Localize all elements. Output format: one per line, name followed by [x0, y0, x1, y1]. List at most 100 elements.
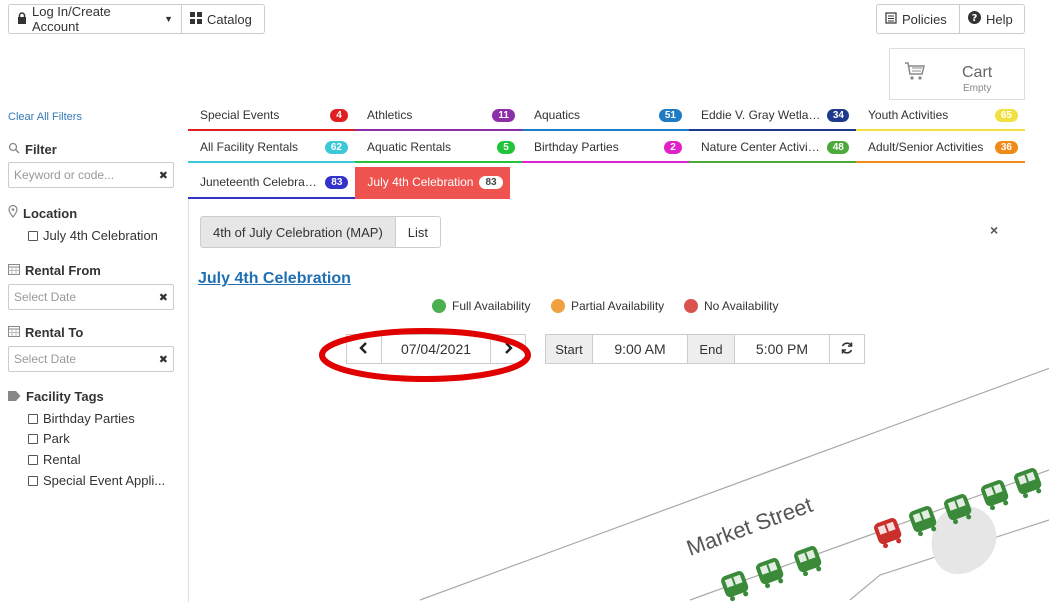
legend-partial-label: Partial Availability	[571, 299, 665, 313]
facility-map[interactable]: Market Street	[190, 360, 1049, 602]
booth-available-icon[interactable]	[793, 545, 825, 578]
tab-count-badge: 5	[497, 140, 515, 154]
rental-from-placeholder: Select Date	[14, 290, 77, 304]
refresh-icon	[840, 341, 854, 358]
cart-label: Cart	[962, 64, 993, 81]
close-panel-button[interactable]: ×	[990, 222, 998, 238]
cart-widget[interactable]: Cart Empty	[889, 48, 1025, 100]
legend-full-label: Full Availability	[452, 299, 531, 313]
clear-rental-to-icon[interactable]: ✖	[159, 353, 168, 366]
help-button[interactable]: ? Help	[959, 4, 1025, 34]
tab-nature-center-activitie[interactable]: Nature Center Activitie... 48	[689, 133, 856, 163]
tab-label: Juneteenth Celebration	[200, 175, 320, 189]
tab-label: Special Events	[200, 108, 280, 122]
tab-youth-activities[interactable]: Youth Activities 65	[856, 101, 1025, 131]
cart-status: Empty	[963, 83, 992, 94]
tab-count-badge: 83	[479, 175, 503, 189]
tab-count-badge: 11	[492, 108, 515, 122]
book-icon	[885, 11, 897, 27]
tab-label: Youth Activities	[868, 108, 949, 122]
login-dropdown-button[interactable]: Log In/Create Account ▼	[8, 4, 182, 34]
clear-keyword-icon[interactable]: ✖	[159, 169, 168, 182]
tab-label: July 4th Celebration	[367, 175, 474, 189]
calendar-icon	[8, 263, 20, 278]
policies-button[interactable]: Policies	[876, 4, 960, 34]
catalog-label: Catalog	[207, 11, 252, 27]
tag-checkbox-rental[interactable]: Rental	[28, 452, 81, 467]
booth-unavailable-icon[interactable]	[873, 517, 905, 550]
tab-count-badge: 36	[994, 140, 1018, 154]
login-label: Log In/Create Account	[32, 4, 111, 34]
tab-aquatics[interactable]: Aquatics 51	[522, 101, 689, 131]
catalog-button[interactable]: Catalog	[181, 4, 265, 34]
tag-icon	[8, 389, 21, 404]
booth-available-icon[interactable]	[980, 479, 1012, 512]
booth-available-icon[interactable]	[755, 557, 787, 590]
rental-to-placeholder: Select Date	[14, 352, 77, 366]
lock-icon	[17, 11, 27, 27]
tab-adult-senior-activities[interactable]: Adult/Senior Activities 36	[856, 133, 1025, 163]
location-title-link[interactable]: July 4th Celebration	[198, 270, 351, 288]
location-heading: Location	[8, 204, 78, 221]
cart-icon	[904, 61, 926, 84]
tag-checkbox-birthday[interactable]: Birthday Parties	[28, 411, 135, 426]
tab-eddie-v-gray-wetland[interactable]: Eddie V. Gray Wetland... 34	[689, 101, 856, 131]
checkbox[interactable]	[28, 454, 38, 465]
tab-aquatic-rentals[interactable]: Aquatic Rentals 5	[355, 133, 522, 163]
tag-checkbox-special-event[interactable]: Special Event Appli...	[28, 473, 165, 488]
rental-to-date-input[interactable]: Select Date ✖	[8, 346, 174, 372]
keyword-placeholder: Keyword or code...	[14, 168, 115, 182]
tab-label: Aquatics	[534, 108, 581, 122]
location-checkbox-july4[interactable]: July 4th Celebration	[28, 228, 158, 243]
tab-count-badge: 51	[658, 108, 682, 122]
calendar-icon	[8, 325, 20, 340]
tab-juneteenth-celebration[interactable]: Juneteenth Celebration 83	[188, 167, 355, 199]
rental-from-heading: Rental From	[8, 263, 101, 278]
tab-count-badge: 4	[330, 108, 348, 122]
tab-count-badge: 2	[664, 140, 682, 154]
facility-tags-label: Facility Tags	[26, 389, 104, 404]
booth-available-icon[interactable]	[1013, 467, 1045, 500]
checkbox[interactable]	[28, 475, 38, 486]
tab-special-events[interactable]: Special Events 4	[188, 101, 355, 131]
location-item-label: July 4th Celebration	[43, 228, 158, 243]
checkbox[interactable]	[28, 230, 38, 241]
tag-checkbox-park[interactable]: Park	[28, 431, 70, 446]
legend-full: Full Availability	[432, 299, 530, 313]
tab-july-4th-celebration[interactable]: July 4th Celebration 83	[355, 167, 510, 199]
clear-rental-from-icon[interactable]: ✖	[159, 291, 168, 304]
view-toggle: 4th of July Celebration (MAP) List	[200, 216, 442, 248]
tab-count-badge: 65	[994, 108, 1018, 122]
keyword-search-input[interactable]: Keyword or code... ✖	[8, 162, 174, 188]
tab-all-facility-rentals[interactable]: All Facility Rentals 62	[188, 133, 355, 163]
tab-athletics[interactable]: Athletics 11	[355, 101, 522, 131]
tag-label: Rental	[43, 452, 81, 467]
filter-heading-label: Filter	[25, 142, 57, 157]
tag-label: Special Event Appli...	[43, 473, 166, 488]
search-icon	[8, 142, 20, 157]
tab-label: Adult/Senior Activities	[868, 140, 984, 154]
legend-partial: Partial Availability	[551, 299, 664, 313]
rental-to-label: Rental To	[25, 325, 84, 340]
partial-availability-dot	[551, 299, 565, 313]
location-heading-label: Location	[23, 205, 78, 221]
full-availability-dot	[432, 299, 446, 313]
map-view-button[interactable]: 4th of July Celebration (MAP)	[200, 216, 396, 248]
booth-available-icon[interactable]	[720, 570, 752, 602]
question-circle-icon: ?	[968, 11, 981, 27]
rental-from-date-input[interactable]: Select Date ✖	[8, 284, 174, 310]
checkbox[interactable]	[28, 433, 38, 444]
tab-label: Nature Center Activitie...	[701, 140, 821, 154]
help-label: Help	[986, 11, 1013, 27]
checkbox[interactable]	[28, 413, 38, 424]
filter-heading: Filter	[8, 142, 57, 157]
grid-icon	[190, 11, 202, 27]
tab-birthday-parties[interactable]: Birthday Parties 2	[522, 133, 689, 163]
map-marker-icon	[8, 204, 18, 221]
list-view-button[interactable]: List	[394, 216, 442, 248]
legend-none-label: No Availability	[704, 299, 779, 313]
rental-to-heading: Rental To	[8, 325, 83, 340]
clear-all-filters-link[interactable]: Clear All Filters	[8, 111, 82, 123]
tab-count-badge: 34	[826, 108, 849, 122]
tab-label: Eddie V. Gray Wetland...	[701, 108, 821, 122]
